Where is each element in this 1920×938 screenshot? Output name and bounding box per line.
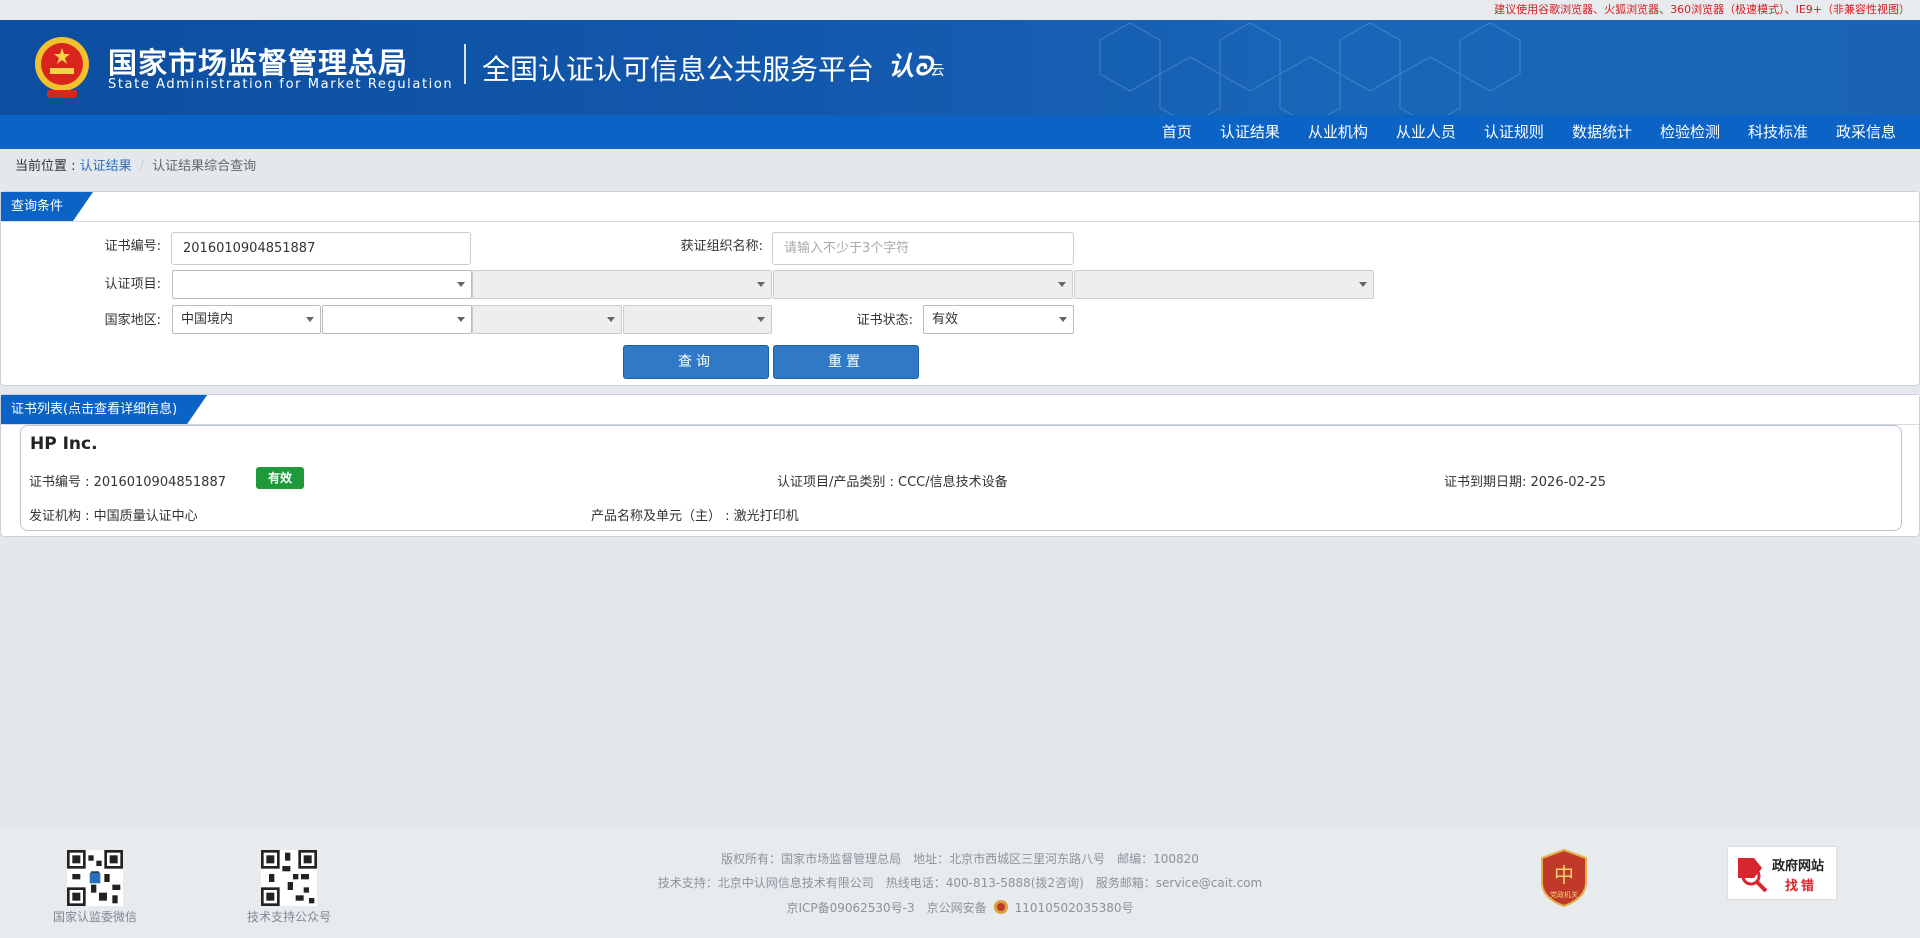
chevron-down-icon	[306, 317, 314, 322]
browser-notice: 建议使用谷歌浏览器、火狐浏览器、360浏览器（极速模式）、IE9+（非兼容性视图…	[0, 0, 1920, 20]
footer-postcode: 邮编：100820	[1117, 852, 1199, 866]
cert-product: 产品名称及单元（主） : 激光打印机	[591, 509, 799, 524]
cert-category: 认证项目/产品类别 : CCC/信息技术设备	[777, 475, 1008, 490]
footer-hotline: 热线电话：400-813-5888(拨2咨询)	[885, 876, 1084, 890]
nav-testing[interactable]: 检验检测	[1646, 115, 1734, 149]
project-select-4[interactable]	[1074, 270, 1374, 299]
logo-small: 云	[930, 63, 945, 79]
footer-address: 地址：北京市西城区三里河东路八号	[913, 852, 1106, 866]
nav-cert-results[interactable]: 认证结果	[1206, 115, 1294, 149]
national-emblem-icon	[35, 37, 89, 98]
nav-standards[interactable]: 科技标准	[1734, 115, 1822, 149]
query-panel-header: 查询条件	[1, 192, 1919, 222]
gov-website-subtitle: 找错	[1785, 879, 1818, 894]
cert-issuer: 发证机构 : 中国质量认证中心	[29, 509, 198, 524]
footer-copyright-line: 版权所有：国家市场监督管理总局 地址：北京市西城区三里河东路八号 邮编：100820	[0, 850, 1920, 867]
nav-statistics[interactable]: 数据统计	[1558, 115, 1646, 149]
chevron-down-icon	[1059, 317, 1067, 322]
query-panel: 查询条件 证书编号: 获证组织名称: 认证项目: 国家地区: 中国境内 证书状态…	[0, 191, 1920, 386]
nav-institutions[interactable]: 从业机构	[1294, 115, 1382, 149]
region-label: 国家地区:	[104, 313, 161, 328]
chevron-down-icon	[757, 282, 765, 287]
chevron-down-icon	[757, 317, 765, 322]
cert-list-panel: 证书列表(点击查看详细信息) HP Inc. 证书编号 : 2016010904…	[0, 394, 1920, 537]
cert-expiry: 证书到期日期: 2026-02-25	[1444, 475, 1607, 490]
org-name-input[interactable]	[772, 232, 1074, 265]
cert-no-input[interactable]	[171, 232, 471, 265]
reset-button[interactable]: 重置	[773, 345, 919, 379]
region-select-2[interactable]	[322, 305, 472, 334]
chevron-down-icon	[1359, 282, 1367, 287]
cert-no-label: 证书编号:	[104, 239, 161, 254]
region-select-4[interactable]	[623, 305, 772, 334]
main-nav: 首页 认证结果 从业机构 从业人员 认证规则 数据统计 检验检测 科技标准 政采…	[0, 115, 1920, 149]
gov-website-error-report[interactable]: 政府网站 找错	[1727, 846, 1837, 900]
region-select-1[interactable]: 中国境内	[172, 305, 321, 334]
agency-name-en: State Administration for Market Regulati…	[108, 77, 454, 92]
renzheng-cloud-logo: 认ᘐ云	[888, 52, 945, 82]
project-select-3[interactable]	[773, 270, 1073, 299]
cert-list-title: 证书列表(点击查看详细信息)	[1, 395, 207, 424]
chevron-down-icon	[457, 317, 465, 322]
footer-police-label: 京公网安备	[926, 901, 987, 915]
site-header: 国家市场监督管理总局 State Administration for Mark…	[0, 20, 1920, 115]
agency-name-cn: 国家市场监督管理总局	[108, 46, 409, 80]
cert-list-header: 证书列表(点击查看详细信息)	[1, 395, 1919, 425]
breadcrumb-current: 认证结果综合查询	[152, 159, 257, 174]
breadcrumb-prefix: 当前位置 :	[15, 159, 80, 174]
footer-icp-line: 京ICP备09062530号-3 京公网安备 11010502035380号	[0, 899, 1920, 916]
breadcrumb: 当前位置 : 认证结果 / 认证结果综合查询	[0, 149, 1920, 189]
breadcrumb-separator: /	[139, 159, 145, 174]
footer-copyright: 版权所有：国家市场监督管理总局	[721, 852, 902, 866]
cert-number: 证书编号 : 2016010904851887	[29, 475, 226, 490]
footer-support-line: 技术支持：北京中认网信息技术有限公司 热线电话：400-813-5888(拨2咨询…	[0, 874, 1920, 891]
party-badge-text: 党政机关	[1550, 890, 1578, 899]
project-select-2[interactable]	[472, 270, 772, 299]
footer-email: 服务邮箱：service@cait.com	[1095, 876, 1263, 890]
chevron-down-icon	[457, 282, 465, 287]
cert-result-card[interactable]: HP Inc. 证书编号 : 2016010904851887 有效 认证项目/…	[20, 425, 1902, 531]
status-badge: 有效	[256, 467, 304, 489]
logo-text: 认	[888, 52, 915, 82]
gov-website-title: 政府网站	[1772, 859, 1825, 874]
status-selected-value: 有效	[932, 312, 959, 327]
platform-title: 全国认证认可信息公共服务平台	[482, 53, 875, 86]
header-divider	[464, 44, 466, 84]
site-footer: 国家认监委微信 技术支持公众号 版权所有：国家市场监督管理总局 地址：北京市西城区…	[0, 828, 1920, 938]
police-badge-icon	[993, 900, 1008, 914]
nav-rules[interactable]: 认证规则	[1470, 115, 1558, 149]
footer-icp-link[interactable]: 京ICP备09062530号-3	[786, 901, 914, 915]
party-government-badge-icon[interactable]: 中 党政机关	[1538, 848, 1590, 908]
chevron-down-icon	[1058, 282, 1066, 287]
query-panel-title: 查询条件	[1, 192, 93, 221]
nav-personnel[interactable]: 从业人员	[1382, 115, 1470, 149]
project-select-1[interactable]	[172, 270, 472, 299]
nav-home[interactable]: 首页	[1148, 115, 1206, 149]
region-select-3[interactable]	[472, 305, 622, 334]
cert-org-name: HP Inc.	[30, 434, 98, 454]
svg-text:中: 中	[1554, 863, 1574, 887]
status-select[interactable]: 有效	[923, 305, 1074, 334]
org-name-label: 获证组织名称:	[680, 239, 763, 254]
project-label: 认证项目:	[104, 277, 161, 292]
chevron-down-icon	[607, 317, 615, 322]
search-button[interactable]: 查询	[623, 345, 769, 379]
nav-procurement[interactable]: 政采信息	[1822, 115, 1910, 149]
status-label: 证书状态:	[856, 313, 913, 328]
magnifier-icon	[1738, 858, 1768, 893]
breadcrumb-link-results[interactable]: 认证结果	[80, 159, 132, 174]
footer-tech-support: 技术支持：北京中认网信息技术有限公司	[657, 876, 874, 890]
region-selected-value: 中国境内	[181, 312, 234, 327]
hexagon-pattern	[1099, 22, 1521, 115]
footer-police-no[interactable]: 11010502035380号	[1015, 901, 1134, 915]
